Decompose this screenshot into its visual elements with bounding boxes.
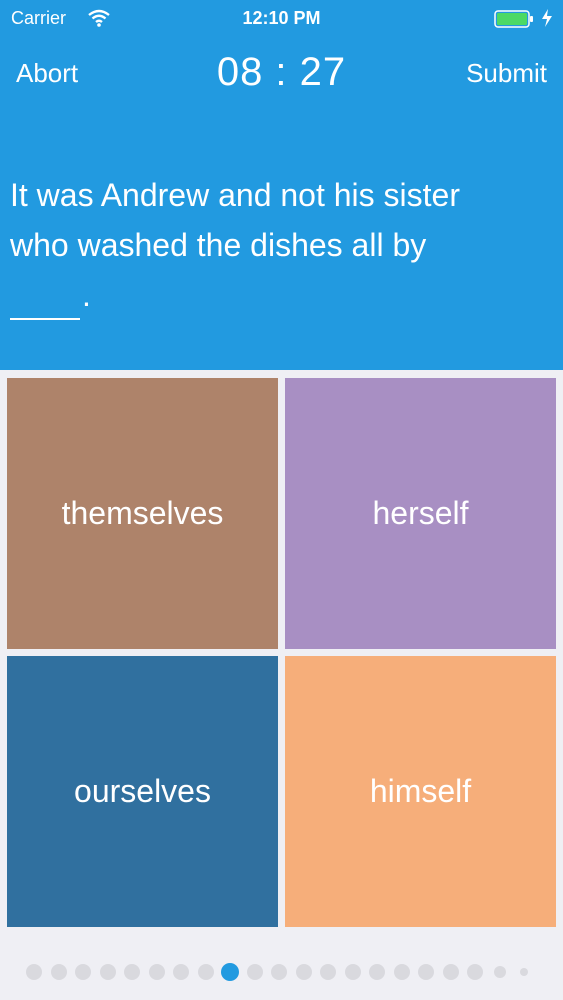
status-bar: Carrier 12:10 PM: [0, 0, 563, 38]
answer-blank: [10, 282, 80, 320]
page-dot[interactable]: [369, 964, 385, 980]
question-end: .: [82, 277, 91, 313]
page-dot[interactable]: [493, 966, 506, 978]
charging-icon: [542, 9, 552, 27]
submit-button[interactable]: Submit: [466, 58, 547, 89]
battery-icon: [494, 10, 533, 28]
page-dot[interactable]: [467, 964, 483, 980]
page-dot-active[interactable]: [221, 963, 239, 981]
page-dot[interactable]: [393, 964, 410, 980]
question-text: It was Andrew and not his sister who was…: [10, 170, 550, 320]
page-dot[interactable]: [271, 964, 287, 980]
question-line: It was Andrew and not his sister: [10, 177, 460, 213]
answer-option-himself[interactable]: himself: [285, 656, 556, 927]
page-dot[interactable]: [26, 964, 42, 980]
page-dot[interactable]: [173, 964, 189, 980]
page-dot[interactable]: [320, 964, 336, 980]
question-header: Carrier 12:10 PM Abort 08 : 27 Submit It…: [0, 0, 563, 370]
answer-option-ourselves[interactable]: ourselves: [7, 656, 278, 927]
page-dot[interactable]: [148, 964, 165, 980]
page-dot[interactable]: [99, 964, 116, 980]
quiz-nav-bar: Abort 08 : 27 Submit: [0, 50, 563, 100]
page-dot[interactable]: [344, 964, 361, 980]
page-dot[interactable]: [50, 964, 67, 980]
question-line: .: [10, 270, 550, 320]
question-line: who washed the dishes all by: [10, 227, 427, 263]
answer-option-themselves[interactable]: themselves: [7, 378, 278, 649]
answer-grid: themselves herself ourselves himself: [7, 378, 556, 927]
page-dot[interactable]: [418, 964, 434, 980]
answer-option-herself[interactable]: herself: [285, 378, 556, 649]
page-dot[interactable]: [75, 964, 91, 980]
page-dot[interactable]: [295, 964, 312, 980]
page-dot[interactable]: [442, 964, 459, 980]
page-dot[interactable]: [246, 964, 263, 980]
page-dot[interactable]: [124, 964, 140, 980]
status-time: 12:10 PM: [242, 8, 321, 28]
page-dot[interactable]: [520, 968, 528, 976]
page-indicator: [0, 960, 563, 984]
page-dot[interactable]: [197, 964, 214, 980]
